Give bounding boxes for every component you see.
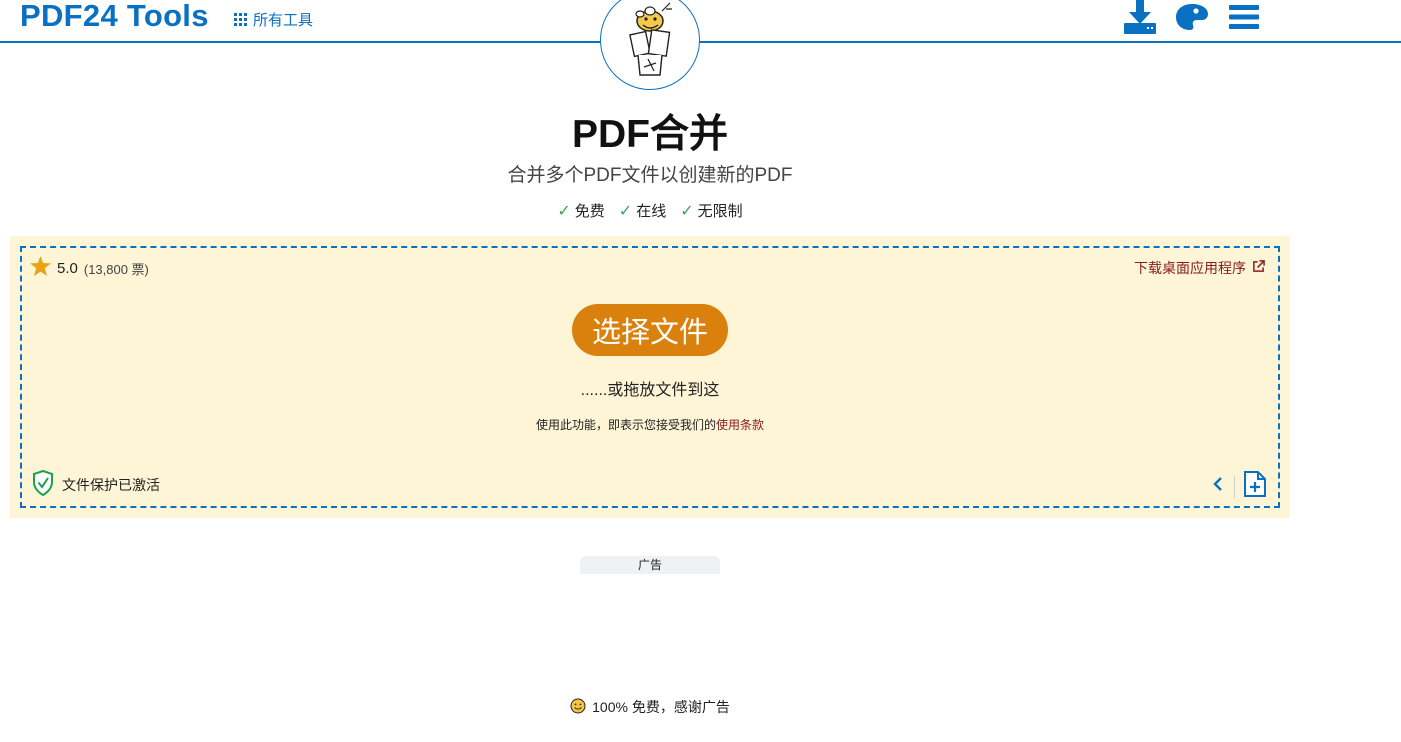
feature-item: ✓ 免费 (557, 200, 604, 221)
ad-label: 广告 (580, 556, 720, 574)
terms-link[interactable]: 使用条款 (716, 418, 764, 432)
terms-prefix: 使用此功能，即表示您接受我们的 (535, 418, 716, 432)
rating[interactable]: 5.0 (13,800 票) (30, 256, 149, 280)
feature-item: ✓ 无限制 (680, 200, 742, 221)
file-protection-status[interactable]: 文件保护已激活 (32, 469, 160, 499)
feature-list: ✓ 免费 ✓ 在线 ✓ 无限制 (0, 200, 1300, 221)
shield-check-icon (32, 469, 54, 499)
page-title: PDF合并 (571, 113, 728, 156)
desktop-app-link[interactable]: 下载桌面应用程序 (1134, 258, 1265, 278)
all-tools-label: 所有工具 (253, 12, 314, 29)
feature-label: 免费 (574, 203, 605, 220)
check-icon: ✓ (680, 202, 694, 220)
smiley-icon (570, 698, 586, 717)
star-icon (30, 256, 51, 280)
palette-icon[interactable] (1175, 0, 1209, 34)
feature-label: 无限制 (697, 203, 743, 220)
terms-notice: 使用此功能，即表示您接受我们的使用条款 (0, 416, 1300, 433)
desktop-app-link-label: 下载桌面应用程序 (1134, 260, 1246, 276)
chevron-left-icon[interactable] (1210, 473, 1226, 500)
feature-label: 在线 (636, 203, 667, 220)
choose-file-button[interactable]: 选择文件 (572, 304, 728, 356)
external-link-icon (1252, 260, 1265, 276)
check-icon: ✓ (557, 202, 571, 220)
brand-logo-text[interactable]: PDF24 Tools (20, 0, 209, 34)
menu-icon[interactable] (1227, 0, 1261, 34)
add-file-icon[interactable] (1243, 470, 1267, 503)
mascot-avatar (600, 0, 700, 90)
file-protection-label: 文件保护已激活 (62, 476, 160, 493)
check-icon: ✓ (618, 202, 633, 220)
toolbar-divider (1234, 475, 1235, 498)
footer-note: 100% 免费，感谢广告 (0, 697, 1300, 717)
all-tools-menu[interactable]: 所有工具 (234, 9, 313, 30)
page-subtitle: 合并多个PDF文件以创建新的PDF (507, 165, 793, 186)
top-bar: PDF24 Tools 所有工具 (0, 0, 1401, 43)
grid-icon (234, 13, 247, 26)
download-icon[interactable] (1123, 0, 1157, 34)
feature-item: ✓ 在线 (619, 200, 666, 221)
rating-votes: (13,800 票) (83, 261, 149, 277)
dropzone-tools (1210, 470, 1267, 503)
drop-hint: ......或拖放文件到这 (580, 382, 720, 399)
header-actions (1123, 0, 1261, 34)
rating-value: 5.0 (57, 259, 78, 277)
footer-note-text: 100% 免费，感谢广告 (592, 699, 730, 715)
